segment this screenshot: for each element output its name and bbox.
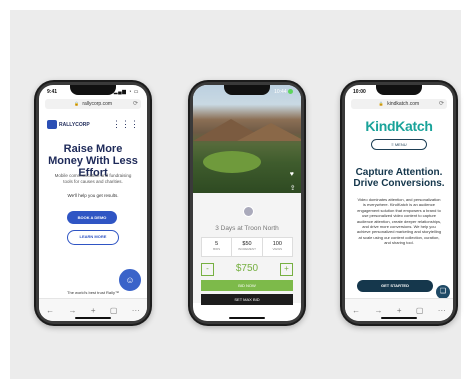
home-indicator [381, 317, 417, 319]
screen-rallycorp: 9:41 ▂▄▆ ◔ ▭ 🔒 rallycorp.com ⟳ RALLYCORP… [39, 85, 147, 321]
auction-title: 3 Days at Troon North [215, 225, 279, 232]
set-max-bid-button[interactable]: SET MAX BID [201, 294, 293, 305]
stat-label: BIDS [213, 247, 221, 251]
address-bar[interactable]: 🔒 rallycorp.com ⟳ [45, 99, 141, 109]
stat-increment: $50 INCREMENT [232, 238, 263, 256]
hero-title: Capture Attention. Drive Conversions. [353, 167, 445, 189]
notch [70, 85, 116, 95]
status-time: 10:00 [353, 89, 366, 95]
stat-bids: 5 BIDS [202, 238, 233, 256]
footer-text: The world's best trust Rally™ [67, 290, 119, 295]
hero-body: Video dominates attention, and personali… [356, 197, 442, 246]
person-icon: ☺ [125, 275, 135, 285]
more-icon[interactable]: ··· [132, 306, 140, 315]
home-indicator [75, 317, 111, 319]
logo-mark-icon [47, 120, 57, 129]
screen-auction: 10:44 ♥ ⇪ ❐ 3 Days at Troon North 5 BIDS… [193, 85, 301, 321]
auction-photo [193, 85, 301, 193]
auction-stats: 5 BIDS $50 INCREMENT 100 VIEWS [201, 237, 293, 257]
share-icon[interactable]: ⇪ [290, 184, 296, 192]
phone-kindkatch: 10:00 🔒 kindkatch.com ⟳ KindKatch ≡ MENU… [340, 80, 458, 326]
url-text: kindkatch.com [387, 101, 420, 107]
lock-icon: 🔒 [73, 101, 79, 106]
phone-rallycorp: 9:41 ▂▄▆ ◔ ▭ 🔒 rallycorp.com ⟳ RALLYCORP… [34, 80, 152, 326]
status-time: 9:41 [47, 89, 58, 95]
learn-more-button[interactable]: LEARN MORE [67, 230, 119, 245]
new-tab-icon[interactable]: + [397, 306, 402, 315]
carousel-handle[interactable] [243, 206, 254, 217]
golf-green-shape [203, 151, 261, 173]
reload-icon[interactable]: ⟳ [133, 99, 138, 109]
url-text: rallycorp.com [82, 101, 113, 107]
forward-icon[interactable]: → [375, 306, 383, 315]
stat-views: 100 VIEWS [263, 238, 292, 256]
bid-amount-stepper: $750 - + [201, 263, 293, 276]
heart-icon[interactable]: ♥ [290, 171, 296, 178]
stat-label: INCREMENT [238, 247, 256, 251]
rallycorp-logo[interactable]: RALLYCORP [47, 120, 90, 129]
kindkatch-logo[interactable]: KindKatch [345, 118, 453, 134]
tabs-icon[interactable]: ▢ [416, 306, 424, 315]
lock-icon: 🔒 [378, 101, 384, 106]
bid-now-button[interactable]: BID NOW [201, 280, 293, 291]
grid-menu-icon[interactable]: ⋮⋮⋮ [112, 120, 139, 129]
phone-auction: 10:44 ♥ ⇪ ❐ 3 Days at Troon North 5 BIDS… [188, 80, 306, 326]
address-bar[interactable]: 🔒 kindkatch.com ⟳ [351, 99, 447, 109]
showcase-background: 9:41 ▂▄▆ ◔ ▭ 🔒 rallycorp.com ⟳ RALLYCORP… [10, 10, 461, 379]
status-bar: 10:44 [274, 89, 293, 95]
stat-label: VIEWS [272, 247, 283, 251]
screen-kindkatch: 10:00 🔒 kindkatch.com ⟳ KindKatch ≡ MENU… [345, 85, 453, 321]
notch [376, 85, 422, 95]
chat-icon[interactable]: ❑ [436, 285, 450, 299]
increase-button[interactable]: + [280, 263, 293, 276]
logo-text: RALLYCORP [59, 121, 90, 128]
mountain-shape [237, 123, 301, 141]
help-text: We'll help you get results. [67, 193, 119, 198]
status-time: 10:44 [274, 89, 287, 95]
menu-button[interactable]: ≡ MENU [371, 139, 427, 150]
decrease-button[interactable]: - [201, 263, 214, 276]
hero-subtitle: Mobile communication and fundraising too… [54, 173, 132, 184]
notch [224, 85, 270, 95]
reload-icon[interactable]: ⟳ [439, 99, 444, 109]
status-icons: ▂▄▆ ◔ ▭ [113, 89, 139, 95]
home-indicator [229, 317, 265, 319]
new-tab-icon[interactable]: + [91, 306, 96, 315]
tabs-icon[interactable]: ▢ [110, 306, 118, 315]
status-dot-icon [288, 89, 293, 95]
more-icon[interactable]: ··· [438, 306, 446, 315]
forward-icon[interactable]: → [69, 306, 77, 315]
back-icon[interactable]: ← [46, 306, 54, 315]
book-demo-button[interactable]: BOOK A DEMO [67, 211, 117, 224]
back-icon[interactable]: ← [352, 306, 360, 315]
get-started-button[interactable]: GET STARTED [357, 280, 433, 292]
